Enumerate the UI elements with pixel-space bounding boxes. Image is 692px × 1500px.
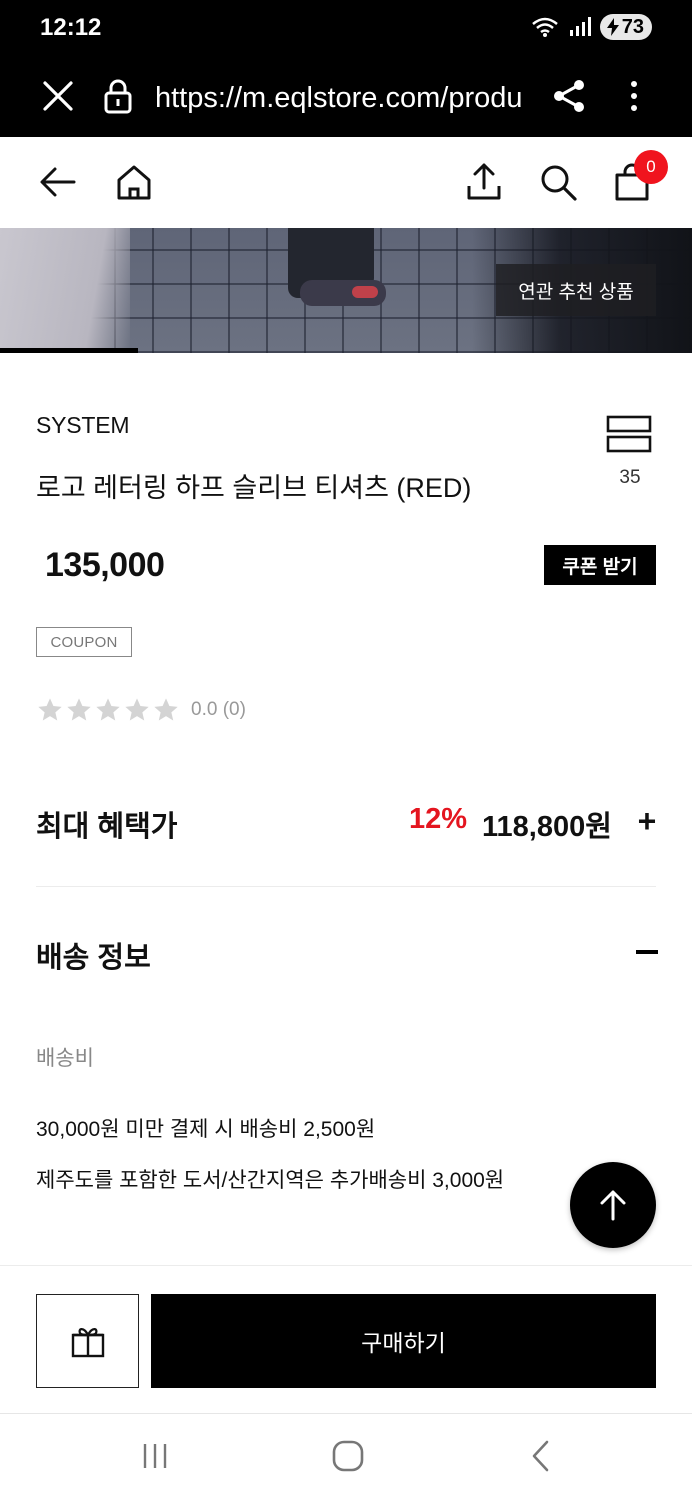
- cart-count-badge: 0: [634, 150, 668, 184]
- search-icon[interactable]: [538, 162, 578, 202]
- star-icon: [96, 698, 120, 721]
- collapse-minus-icon[interactable]: [636, 950, 658, 954]
- url-field[interactable]: https://m.eqlstore.com/produ: [155, 78, 527, 118]
- product-name: 로고 레터링 하프 슬리브 티셔츠 (RED): [36, 473, 472, 503]
- gift-button[interactable]: [36, 1294, 139, 1388]
- charging-icon: [606, 18, 619, 36]
- max-benefit-label: 최대 혜택가: [36, 811, 178, 843]
- shipping-fee-label: 배송비: [36, 1047, 94, 1070]
- product-price: 135,000: [45, 546, 165, 584]
- signal-icon: [569, 17, 591, 36]
- star-icon: [154, 698, 178, 721]
- arrow-up-icon: [600, 1190, 626, 1221]
- system-nav-bar: [0, 1413, 692, 1500]
- wishlist-count: 35: [619, 467, 641, 488]
- status-bar: 12:12 73: [0, 0, 692, 56]
- scroll-to-top-button[interactable]: [570, 1162, 656, 1248]
- battery-indicator: 73: [599, 14, 652, 40]
- max-benefit-rate: 12%: [409, 803, 468, 835]
- divider: [36, 886, 656, 887]
- star-icon: [125, 698, 149, 721]
- home-nav-icon[interactable]: [326, 1436, 370, 1476]
- status-time: 12:12: [40, 14, 102, 41]
- recent-apps-icon[interactable]: [133, 1436, 177, 1476]
- rating[interactable]: 0.0 (0): [36, 696, 246, 724]
- max-benefit-price: 118,800원: [482, 811, 612, 843]
- buy-button[interactable]: 구매하기: [151, 1294, 656, 1388]
- browser-toolbar: https://m.eqlstore.com/produ: [0, 56, 692, 137]
- wishlist-icon[interactable]: [606, 415, 652, 453]
- shipping-extra-fee-line: 제주도를 포함한 도서/산간지역은 추가배송비 3,000원: [36, 1169, 505, 1192]
- back-nav-icon[interactable]: [520, 1436, 564, 1476]
- related-products-button[interactable]: 연관 추천 상품: [496, 264, 656, 316]
- app-header: [0, 137, 692, 228]
- back-arrow-icon[interactable]: [38, 162, 78, 202]
- carousel-progress: [0, 348, 692, 353]
- brand-name[interactable]: SYSTEM: [36, 412, 130, 439]
- lock-icon[interactable]: [104, 78, 132, 114]
- wifi-icon: [531, 17, 558, 37]
- share-icon[interactable]: [551, 78, 587, 114]
- close-icon[interactable]: [40, 78, 76, 114]
- get-coupon-button[interactable]: 쿠폰 받기: [544, 545, 656, 585]
- shipping-fee-line: 30,000원 미만 결제 시 배송비 2,500원: [36, 1118, 376, 1141]
- star-icon: [67, 698, 91, 721]
- expand-benefit-toggle[interactable]: +: [636, 805, 658, 837]
- gift-icon: [71, 1328, 104, 1358]
- coupon-tag: COUPON: [36, 627, 132, 657]
- status-icons: 73: [530, 14, 652, 40]
- upload-share-icon[interactable]: [464, 162, 504, 202]
- shipping-info-title[interactable]: 배송 정보: [36, 934, 151, 976]
- home-icon[interactable]: [114, 162, 154, 202]
- star-icon: [38, 698, 62, 721]
- more-options-icon[interactable]: [622, 78, 646, 114]
- battery-level: 73: [621, 15, 644, 38]
- rating-text: 0.0 (0): [191, 699, 246, 720]
